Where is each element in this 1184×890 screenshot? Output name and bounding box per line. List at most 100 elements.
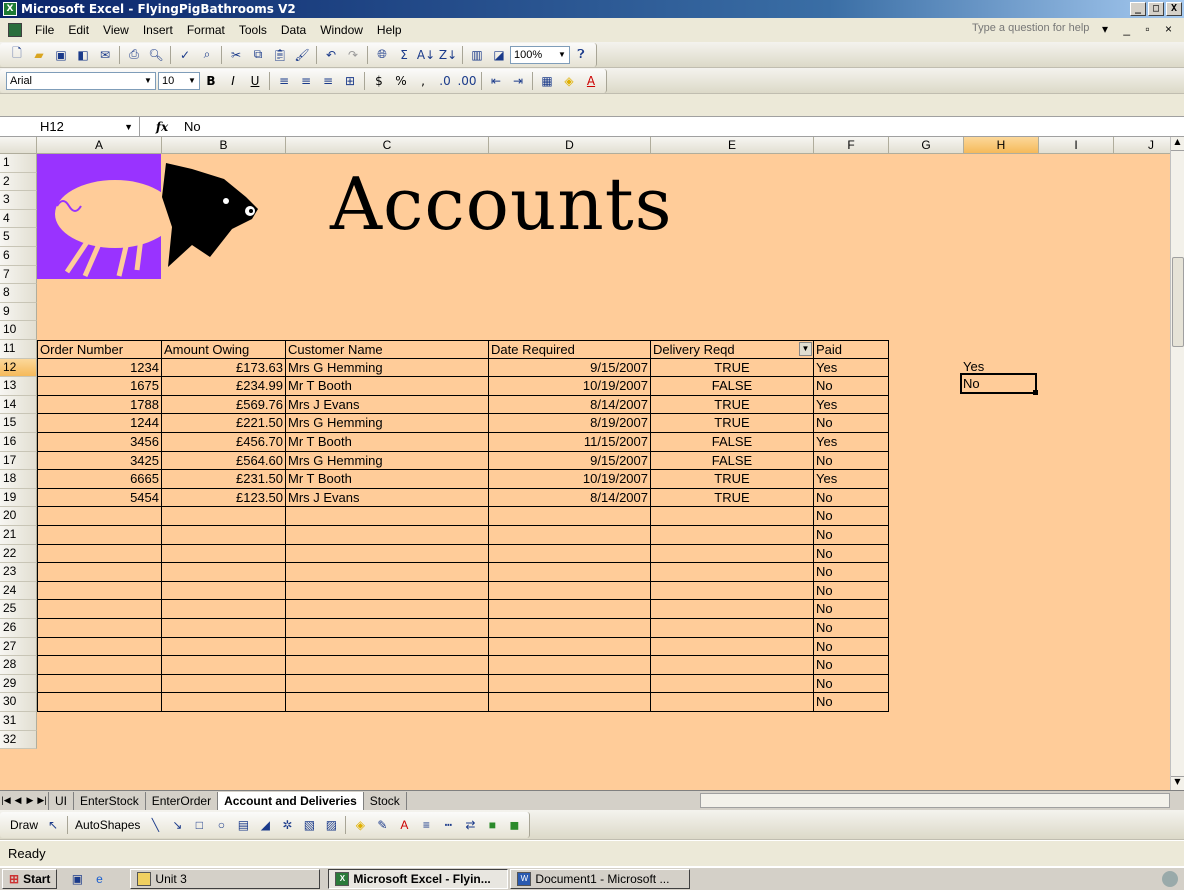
table-cell-delivery-reqd[interactable]: FALSE xyxy=(651,433,814,452)
row-header-14[interactable]: 14 xyxy=(0,396,37,414)
sheet-tab-enterorder[interactable]: EnterOrder xyxy=(144,791,217,810)
spelling-icon[interactable]: ✓ xyxy=(175,45,195,65)
menu-view[interactable]: View xyxy=(96,23,136,37)
next-sheet-icon[interactable]: ▶ xyxy=(24,795,36,806)
help-icon[interactable]: ❓︎ xyxy=(571,45,591,65)
table-cell-paid[interactable]: Yes xyxy=(814,470,889,489)
new-icon[interactable]: 🗋 xyxy=(7,45,27,65)
table-header-delivery-reqd[interactable]: Delivery Reqd xyxy=(651,340,814,359)
table-header-paid[interactable]: Paid xyxy=(814,340,889,359)
table-cell-delivery-reqd[interactable] xyxy=(651,600,814,619)
table-cell-order-number[interactable] xyxy=(37,619,162,638)
table-cell-amount-owing[interactable]: £173.63 xyxy=(162,359,286,377)
table-cell-amount-owing[interactable] xyxy=(162,545,286,563)
wordart-icon[interactable]: ◢ xyxy=(255,815,275,835)
table-cell-amount-owing[interactable] xyxy=(162,507,286,526)
table-cell-order-number[interactable]: 5454 xyxy=(37,489,162,507)
table-cell-order-number[interactable]: 1675 xyxy=(37,377,162,396)
table-cell-amount-owing[interactable] xyxy=(162,693,286,712)
chart-wizard-icon[interactable]: ▥ xyxy=(467,45,487,65)
close-button[interactable]: X xyxy=(1166,2,1182,16)
table-cell-delivery-reqd[interactable] xyxy=(651,507,814,526)
table-cell-delivery-reqd[interactable] xyxy=(651,675,814,693)
table-cell-order-number[interactable] xyxy=(37,582,162,600)
dash-style-icon[interactable]: ┅ xyxy=(438,815,458,835)
print-preview-icon[interactable]: 🔍︎ xyxy=(146,45,166,65)
row-header-2[interactable]: 2 xyxy=(0,173,37,191)
format-painter-icon[interactable]: 🖌︎ xyxy=(292,45,312,65)
draw-fill-color-icon[interactable]: ◈ xyxy=(350,815,370,835)
table-cell-date-required[interactable]: 8/14/2007 xyxy=(489,396,651,414)
taskbar-word[interactable]: W Document1 - Microsoft ... xyxy=(510,869,691,889)
table-cell-customer-name[interactable]: Mr T Booth xyxy=(286,377,489,396)
table-cell-customer-name[interactable]: Mrs J Evans xyxy=(286,396,489,414)
table-cell-paid[interactable]: Yes xyxy=(814,433,889,452)
cut-icon[interactable]: ✂ xyxy=(226,45,246,65)
menu-tools[interactable]: Tools xyxy=(232,23,274,37)
table-header-amount-owing[interactable]: Amount Owing xyxy=(162,340,286,359)
table-cell-order-number[interactable]: 6665 xyxy=(37,470,162,489)
align-left-icon[interactable]: ≡ xyxy=(274,71,294,91)
table-cell-date-required[interactable] xyxy=(489,526,651,545)
row-header-27[interactable]: 27 xyxy=(0,638,37,656)
column-header-i[interactable]: I xyxy=(1039,137,1114,154)
table-cell-date-required[interactable]: 9/15/2007 xyxy=(489,452,651,470)
table-cell-order-number[interactable] xyxy=(37,600,162,619)
table-cell-order-number[interactable]: 3425 xyxy=(37,452,162,470)
select-all-corner[interactable] xyxy=(0,137,37,154)
column-header-b[interactable]: B xyxy=(162,137,286,154)
sheet-tab-stock[interactable]: Stock xyxy=(362,791,407,810)
table-cell-customer-name[interactable]: Mrs G Hemming xyxy=(286,452,489,470)
row-header-20[interactable]: 20 xyxy=(0,507,37,526)
table-cell-customer-name[interactable] xyxy=(286,693,489,712)
table-cell-amount-owing[interactable]: £564.60 xyxy=(162,452,286,470)
autofilter-dropdown-icon[interactable]: ▼ xyxy=(799,342,812,356)
table-cell-customer-name[interactable] xyxy=(286,638,489,656)
sort-ascending-icon[interactable]: A↓ xyxy=(416,45,436,65)
table-cell-delivery-reqd[interactable]: TRUE xyxy=(651,414,814,433)
row-header-24[interactable]: 24 xyxy=(0,582,37,600)
table-cell-paid[interactable]: No xyxy=(814,526,889,545)
menu-window[interactable]: Window xyxy=(313,23,370,37)
menu-insert[interactable]: Insert xyxy=(136,23,180,37)
table-cell-amount-owing[interactable]: £221.50 xyxy=(162,414,286,433)
table-cell-order-number[interactable] xyxy=(37,507,162,526)
column-header-f[interactable]: F xyxy=(814,137,889,154)
merge-center-icon[interactable]: ⊞ xyxy=(340,71,360,91)
table-cell-customer-name[interactable] xyxy=(286,526,489,545)
table-cell-date-required[interactable]: 10/19/2007 xyxy=(489,377,651,396)
table-cell-delivery-reqd[interactable] xyxy=(651,619,814,638)
table-cell-amount-owing[interactable] xyxy=(162,619,286,638)
scroll-down-icon[interactable]: ▼ xyxy=(1171,776,1184,790)
row-header-15[interactable]: 15 xyxy=(0,414,37,433)
table-cell-order-number[interactable] xyxy=(37,526,162,545)
row-header-26[interactable]: 26 xyxy=(0,619,37,638)
align-right-icon[interactable]: ≡ xyxy=(318,71,338,91)
excel-app-icon[interactable]: X xyxy=(3,2,17,16)
table-cell-paid[interactable]: No xyxy=(814,507,889,526)
autosum-icon[interactable]: Σ xyxy=(394,45,414,65)
menu-data[interactable]: Data xyxy=(274,23,313,37)
table-cell-delivery-reqd[interactable]: FALSE xyxy=(651,452,814,470)
line-style-icon[interactable]: ≡ xyxy=(416,815,436,835)
email-icon[interactable]: ✉ xyxy=(95,45,115,65)
column-header-g[interactable]: G xyxy=(889,137,964,154)
pig-logo[interactable] xyxy=(37,154,161,279)
column-header-d[interactable]: D xyxy=(489,137,651,154)
table-cell-paid[interactable]: Yes xyxy=(814,359,889,377)
internet-explorer-icon[interactable]: e xyxy=(89,869,109,889)
table-cell-date-required[interactable]: 8/14/2007 xyxy=(489,489,651,507)
row-header-18[interactable]: 18 xyxy=(0,470,37,489)
table-cell-paid[interactable]: No xyxy=(814,693,889,712)
table-cell-order-number[interactable] xyxy=(37,656,162,675)
active-cell-selection[interactable] xyxy=(960,373,1037,394)
menu-help[interactable]: Help xyxy=(370,23,409,37)
table-cell-paid[interactable]: No xyxy=(814,675,889,693)
vertical-scrollbar[interactable]: ▲ ▼ xyxy=(1170,137,1184,790)
clipart-icon[interactable]: ▧ xyxy=(299,815,319,835)
arrow-icon[interactable]: ↘ xyxy=(167,815,187,835)
comma-button[interactable]: , xyxy=(413,71,433,91)
help-search-input[interactable]: Type a question for help xyxy=(970,22,1120,38)
table-cell-amount-owing[interactable]: £569.76 xyxy=(162,396,286,414)
start-button[interactable]: ⊞ Start xyxy=(2,869,58,889)
